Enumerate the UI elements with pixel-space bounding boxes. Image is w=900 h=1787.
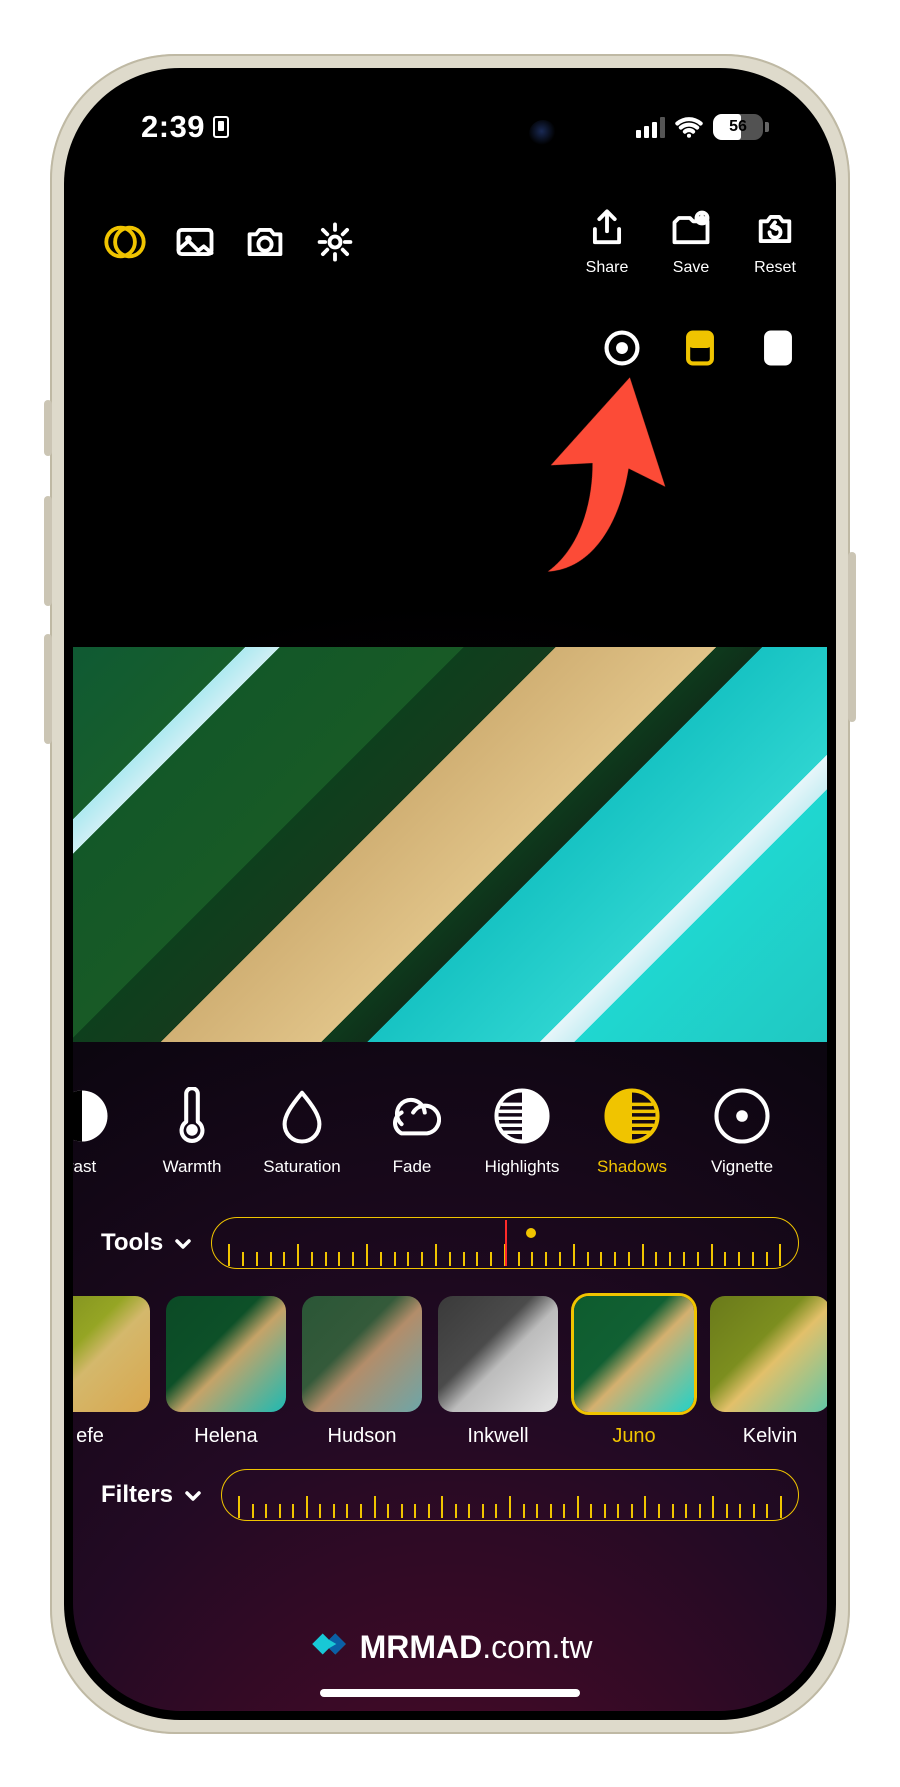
power-button: [848, 552, 856, 722]
gallery-icon[interactable]: [173, 220, 217, 264]
volume-up: [44, 496, 52, 606]
battery-level: 56: [729, 118, 747, 136]
chevron-down-icon: [183, 1485, 203, 1505]
filters-section-toggle[interactable]: Filters: [101, 1481, 203, 1509]
tool-label: Highlights: [485, 1157, 560, 1177]
filter-helena[interactable]: Helena: [161, 1293, 291, 1453]
reset-button[interactable]: Reset: [753, 207, 797, 277]
share-button[interactable]: Share: [585, 207, 629, 277]
home-indicator[interactable]: [320, 1689, 580, 1697]
settings-icon[interactable]: [313, 220, 357, 264]
tool-vignette[interactable]: Vignette: [687, 1087, 797, 1197]
filter-label: efe: [76, 1425, 104, 1448]
save-button[interactable]: Save: [669, 207, 713, 277]
mute-switch: [44, 400, 52, 456]
tool-label: rast: [73, 1157, 96, 1177]
tool-label: Fade: [393, 1157, 432, 1177]
status-time: 2:39: [141, 109, 205, 145]
tool-label: Shadows: [597, 1157, 667, 1177]
wifi-icon: [675, 113, 703, 141]
filter-label: Juno: [612, 1425, 655, 1448]
cellular-signal-icon: [636, 116, 665, 138]
sim-icon: [213, 116, 229, 138]
dynamic-island: [325, 99, 575, 169]
filter-inkwell[interactable]: Inkwell: [433, 1293, 563, 1453]
watermark-brand: MRMAD: [360, 1629, 483, 1665]
tool-saturation[interactable]: Saturation: [247, 1087, 357, 1197]
photo-preview[interactable]: [73, 647, 827, 1042]
tool-label: Saturation: [263, 1157, 341, 1177]
photo-content: [73, 647, 827, 1042]
watermark-logo-icon: [308, 1623, 350, 1673]
reset-label: Reset: [754, 259, 796, 277]
screen: 2:39 56: [73, 77, 827, 1711]
view-mode-row: [603, 329, 797, 367]
tools-section-toggle[interactable]: Tools: [101, 1229, 193, 1257]
filters-slider-row: Filters: [73, 1465, 827, 1525]
full-view-icon[interactable]: [759, 329, 797, 367]
annotation-arrow-icon: [503, 354, 701, 572]
split-view-icon[interactable]: [681, 329, 719, 367]
filter-label: Inkwell: [467, 1425, 528, 1448]
tool-highlights[interactable]: Highlights: [467, 1087, 577, 1197]
battery-icon: 56: [713, 114, 769, 140]
watermark: MRMAD.com.tw: [73, 1623, 827, 1673]
tools-slider-row: Tools: [73, 1213, 827, 1273]
filter-strength-slider[interactable]: [221, 1469, 799, 1521]
filter-hudson[interactable]: Hudson: [297, 1293, 427, 1453]
filter-label: Helena: [194, 1425, 257, 1448]
tool-warmth[interactable]: Warmth: [137, 1087, 247, 1197]
chevron-down-icon: [173, 1233, 193, 1253]
tool-label: Warmth: [163, 1157, 222, 1177]
save-label: Save: [673, 259, 709, 277]
camera-icon[interactable]: [243, 220, 287, 264]
tool-label: Vignette: [711, 1157, 773, 1177]
slider-knob[interactable]: [526, 1228, 536, 1238]
compare-view-icon[interactable]: [603, 329, 641, 367]
slider-center: [505, 1220, 507, 1266]
filter-kelvin[interactable]: Kelvin: [705, 1293, 827, 1453]
tools-row[interactable]: rast Warmth Saturation Fade Highlights S…: [73, 1087, 827, 1197]
top-toolbar: Share Save Reset: [73, 207, 827, 277]
filters-row[interactable]: efe Helena Hudson Inkwell Juno Kelvin: [73, 1293, 827, 1453]
share-label: Share: [586, 259, 629, 277]
volume-down: [44, 634, 52, 744]
watermark-domain: .com.tw: [482, 1629, 592, 1665]
phone-frame: 2:39 56: [50, 54, 850, 1734]
filter-label: Kelvin: [743, 1425, 797, 1448]
adjustment-slider[interactable]: [211, 1217, 799, 1269]
filter-juno[interactable]: Juno: [569, 1293, 699, 1453]
tool-fade[interactable]: Fade: [357, 1087, 467, 1197]
tool-shadows[interactable]: Shadows: [577, 1087, 687, 1197]
filters-section-label: Filters: [101, 1481, 173, 1509]
tool-contrast[interactable]: rast: [73, 1087, 137, 1197]
filter-efe[interactable]: efe: [73, 1293, 155, 1453]
tools-section-label: Tools: [101, 1229, 163, 1257]
slider-ticks: [238, 1496, 782, 1518]
filter-label: Hudson: [328, 1425, 397, 1448]
app-logo-icon[interactable]: [103, 220, 147, 264]
